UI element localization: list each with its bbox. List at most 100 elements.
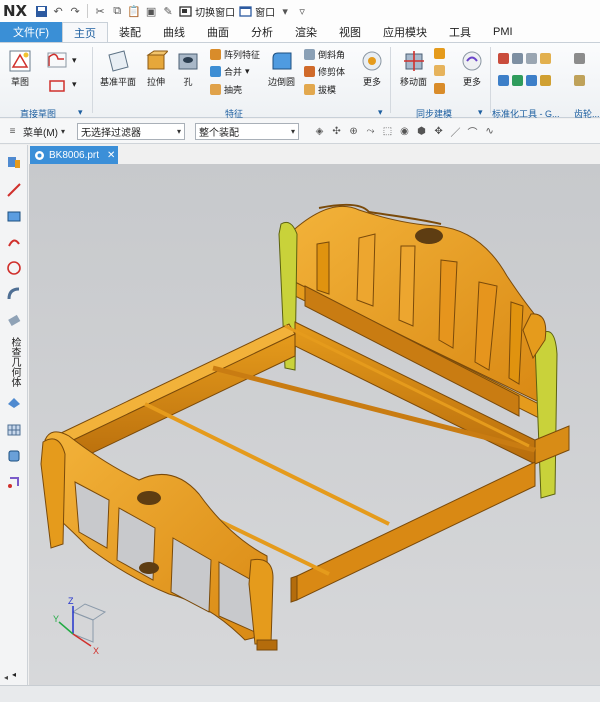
repeat-command-icon[interactable]: ▣ xyxy=(144,4,158,18)
tab-analysis[interactable]: 分析 xyxy=(240,22,284,42)
touch-mode-icon[interactable]: ✎ xyxy=(161,4,175,18)
tab-curve[interactable]: 曲线 xyxy=(152,22,196,42)
document-tab-label: BK8006.prt xyxy=(49,149,100,161)
arc-icon[interactable]: ⌒ xyxy=(466,125,479,139)
system-materials-icon[interactable] xyxy=(5,393,23,411)
edge-blend-button[interactable]: 边倒圆 xyxy=(268,49,295,88)
std-tool-row-2[interactable] xyxy=(498,75,551,86)
hole-button[interactable]: 孔 xyxy=(176,49,200,88)
part-file-icon xyxy=(35,150,44,160)
sync-tool-3[interactable] xyxy=(434,83,445,94)
snap-point-icon[interactable]: ✥ xyxy=(432,125,445,138)
gear-tool-2[interactable] xyxy=(574,75,585,86)
tab-tools[interactable]: 工具 xyxy=(438,22,482,42)
process-studio-icon[interactable] xyxy=(5,311,23,329)
palette-icon[interactable] xyxy=(5,447,23,465)
shell-button[interactable]: 抽壳 xyxy=(210,83,242,96)
line-icon[interactable]: ／ xyxy=(449,125,462,139)
gear-tool-1[interactable] xyxy=(574,53,585,64)
footboard[interactable] xyxy=(40,431,278,651)
point-snap-icon[interactable]: ⊕ xyxy=(347,125,360,138)
paste-icon[interactable]: 📋 xyxy=(127,4,141,18)
select-face-icon[interactable]: ⬢ xyxy=(415,125,428,138)
mesh-icon[interactable] xyxy=(5,421,23,439)
menu-button[interactable]: 菜单(M) ▾ xyxy=(23,124,65,139)
part-navigator-icon[interactable] xyxy=(5,181,23,199)
draft-button[interactable]: 拔模 xyxy=(304,83,336,96)
select-features-icon[interactable]: ✣ xyxy=(330,125,343,138)
more-icon xyxy=(362,51,382,71)
tab-view[interactable]: 视图 xyxy=(328,22,372,42)
chevron-down-icon: ▾ xyxy=(177,126,182,136)
sketch-button[interactable]: 草图 xyxy=(8,49,32,88)
chevron-down-icon[interactable]: ▾ xyxy=(245,66,250,77)
tab-pmi[interactable]: PMI xyxy=(482,22,524,42)
more-features-button[interactable]: 更多 xyxy=(360,49,384,88)
redo-icon[interactable]: ↷ xyxy=(68,4,82,18)
selection-scope-select[interactable]: 整个装配 ▾ xyxy=(195,122,300,140)
move-face-button[interactable]: 移动面 xyxy=(400,49,427,88)
window-icon[interactable] xyxy=(238,4,252,18)
more-sync-button[interactable]: 更多 xyxy=(460,49,484,88)
switch-window-button[interactable]: 切换窗口 xyxy=(195,4,235,19)
rectangle-tool[interactable] xyxy=(46,77,68,95)
quick-access-bar: NX ↶ ↷ ✂ ⧉ 📋 ▣ ✎ 切换窗口 窗口 ▾ ▿ xyxy=(0,0,600,22)
pattern-feature-icon xyxy=(210,49,221,60)
select-body-icon[interactable]: ◉ xyxy=(398,125,411,138)
scroll-left-arrow-icon[interactable]: ◂ xyxy=(4,673,8,682)
reuse-library-icon[interactable] xyxy=(5,207,23,225)
sync-tool-1[interactable] xyxy=(434,48,445,59)
constraint-icon[interactable] xyxy=(5,473,23,491)
copy-icon[interactable]: ⧉ xyxy=(110,4,124,18)
window-menu-button[interactable]: 窗口 xyxy=(255,4,275,19)
document-tab[interactable]: BK8006.prt ✕ xyxy=(30,146,118,164)
assembly-navigator-icon[interactable] xyxy=(5,153,23,171)
tab-file[interactable]: 文件(F) xyxy=(0,22,62,42)
roles-icon[interactable] xyxy=(5,285,23,303)
tab-home[interactable]: 主页 xyxy=(62,22,108,42)
history-icon[interactable] xyxy=(5,233,23,251)
tab-assembly[interactable]: 装配 xyxy=(108,22,152,42)
tab-application[interactable]: 应用模块 xyxy=(372,22,438,42)
draft-icon xyxy=(304,84,315,95)
undo-icon[interactable]: ↶ xyxy=(51,4,65,18)
sync-tool-1-icon xyxy=(434,48,445,59)
type-filter-select[interactable]: 无选择过滤器 ▾ xyxy=(77,122,186,140)
web-browser-icon[interactable] xyxy=(5,259,23,277)
tab-render[interactable]: 渲染 xyxy=(284,22,328,42)
graphics-viewport[interactable]: Z Y X xyxy=(29,164,600,685)
more-sync-icon xyxy=(462,51,482,71)
group-expand-icon[interactable]: ▾ xyxy=(78,107,83,118)
std-tool-row-1[interactable] xyxy=(498,53,551,64)
group-expand-icon[interactable]: ▾ xyxy=(378,107,383,118)
chamfer-button[interactable]: 倒斜角 xyxy=(304,48,345,61)
tab-surface[interactable]: 曲面 xyxy=(196,22,240,42)
profile-icon xyxy=(47,52,67,68)
spline-icon[interactable]: ∿ xyxy=(483,125,496,138)
chevron-down-icon[interactable]: ▾ xyxy=(72,79,77,90)
group-expand-icon[interactable]: ▾ xyxy=(478,107,483,118)
unite-button[interactable]: 合并 ▾ xyxy=(210,65,250,78)
extrude-button[interactable]: 拉伸 xyxy=(144,49,168,88)
select-box-icon[interactable]: ⬚ xyxy=(381,125,394,138)
pattern-feature-button[interactable]: 阵列特征 xyxy=(210,48,260,61)
datum-plane-button[interactable]: 基准平面 xyxy=(100,49,136,88)
trim-body-button[interactable]: 修剪体 xyxy=(304,65,345,78)
selection-bar: ≡ 菜单(M) ▾ 无选择过滤器 ▾ 整个装配 ▾ ◈ ✣ ⊕ ⤳ ⬚ ◉ ⬢ ✥ ／… xyxy=(0,119,600,144)
hole-icon xyxy=(178,53,198,70)
general-select-icon[interactable]: ◈ xyxy=(313,125,326,138)
chevron-down-icon: ▾ xyxy=(291,126,296,136)
customize-icon[interactable]: ▿ xyxy=(295,4,309,18)
ribbon-tabs: 文件(F) 主页 装配 曲线 曲面 分析 渲染 视图 应用模块 工具 PMI xyxy=(0,22,600,42)
profile-tool[interactable] xyxy=(46,51,68,69)
cut-icon[interactable]: ✂ xyxy=(93,4,107,18)
sync-tool-2[interactable] xyxy=(434,65,445,76)
select-curve-icon[interactable]: ⤳ xyxy=(364,125,377,138)
close-icon[interactable]: ✕ xyxy=(107,150,115,161)
save-icon[interactable] xyxy=(34,4,48,18)
switch-window-icon[interactable] xyxy=(178,4,192,18)
chevron-down-icon[interactable]: ▾ xyxy=(72,55,77,66)
bed-model[interactable]: Z Y X xyxy=(29,164,600,685)
chevron-down-icon[interactable]: ▾ xyxy=(278,4,292,18)
check-geometry-label[interactable]: 检查几何体 xyxy=(7,337,22,387)
